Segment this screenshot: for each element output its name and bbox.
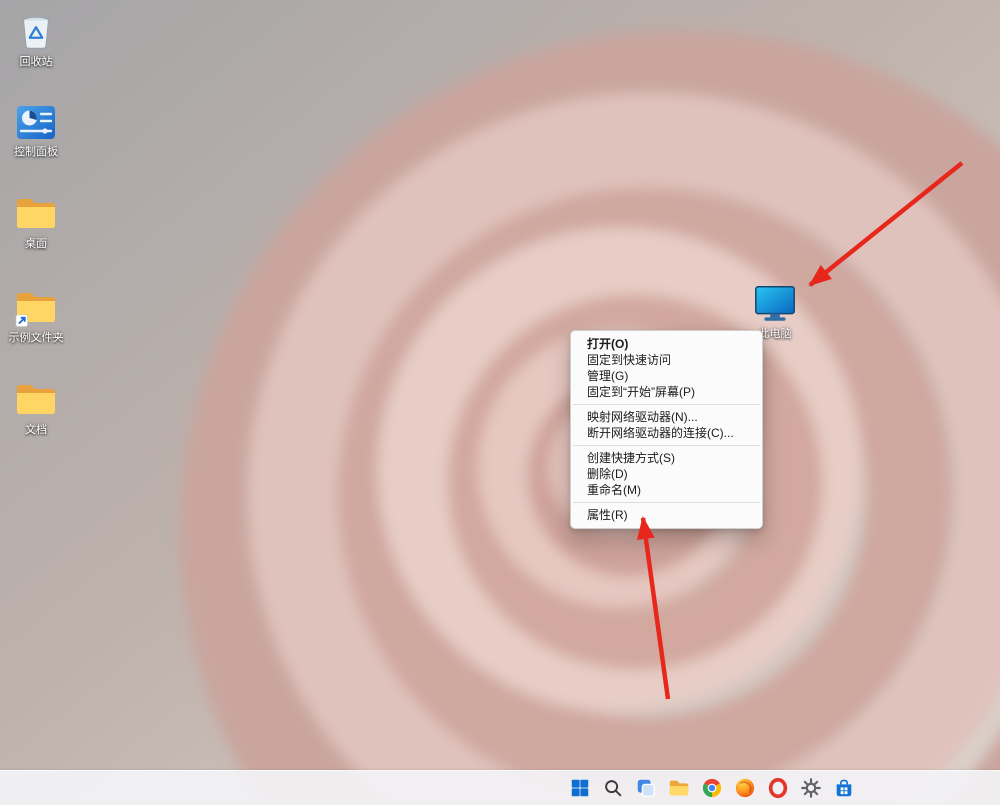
context-menu: 打开(O) 固定到快速访问 管理(G) 固定到“开始”屏幕(P) 映射网络驱动器… xyxy=(570,330,763,529)
start-button[interactable] xyxy=(568,774,592,802)
icon-label: 此电脑 xyxy=(759,328,792,341)
desktop-icon-recycle-bin[interactable]: 回收站 xyxy=(6,10,66,69)
search-button[interactable] xyxy=(601,774,625,802)
opera-icon xyxy=(767,777,789,799)
settings-button[interactable] xyxy=(799,774,823,802)
desktop-icon-control-panel[interactable]: 控制面板 xyxy=(6,100,66,159)
menu-item-pin-quick-access[interactable]: 固定到快速访问 xyxy=(571,352,762,368)
menu-item-open[interactable]: 打开(O) xyxy=(571,336,762,352)
menu-separator xyxy=(573,502,760,503)
folder-shortcut-icon xyxy=(13,286,59,330)
desktop-icon-documents[interactable]: 文档 xyxy=(6,378,66,437)
icon-label: 示例文件夹 xyxy=(9,332,64,345)
file-explorer-icon xyxy=(668,777,690,799)
menu-item-map-network-drive[interactable]: 映射网络驱动器(N)... xyxy=(571,409,762,425)
settings-gear-icon xyxy=(800,777,822,799)
folder-icon xyxy=(13,378,59,422)
menu-item-rename[interactable]: 重命名(M) xyxy=(571,482,762,498)
firefox-icon xyxy=(734,777,756,799)
icon-label: 桌面 xyxy=(25,238,47,251)
folder-icon xyxy=(13,192,59,236)
desktop-icon-shortcut-folder[interactable]: 示例文件夹 xyxy=(6,286,66,345)
chrome-icon xyxy=(701,777,723,799)
menu-item-pin-to-start[interactable]: 固定到“开始”屏幕(P) xyxy=(571,384,762,400)
desktop-icon-desktop-folder[interactable]: 桌面 xyxy=(6,192,66,251)
recycle-bin-icon xyxy=(13,10,59,54)
control-panel-icon xyxy=(13,100,59,144)
microsoft-store-icon xyxy=(833,777,855,799)
file-explorer-button[interactable] xyxy=(667,774,691,802)
icon-label: 文档 xyxy=(25,424,47,437)
taskbar-icon-group xyxy=(568,771,856,805)
icon-label: 控制面板 xyxy=(14,146,58,159)
taskbar xyxy=(0,770,1000,805)
windows-desktop: 回收站 控制面板 xyxy=(0,0,1000,805)
menu-separator xyxy=(573,404,760,405)
task-view-button[interactable] xyxy=(634,774,658,802)
menu-item-create-shortcut[interactable]: 创建快捷方式(S) xyxy=(571,450,762,466)
menu-separator xyxy=(573,445,760,446)
firefox-button[interactable] xyxy=(733,774,757,802)
opera-button[interactable] xyxy=(766,774,790,802)
menu-item-delete[interactable]: 删除(D) xyxy=(571,466,762,482)
this-pc-icon xyxy=(752,282,798,326)
bloom-wallpaper xyxy=(0,0,1000,805)
menu-item-properties[interactable]: 属性(R) xyxy=(571,507,762,523)
menu-item-disconnect-network-drive[interactable]: 断开网络驱动器的连接(C)... xyxy=(571,425,762,441)
microsoft-store-button[interactable] xyxy=(832,774,856,802)
task-view-icon xyxy=(635,777,657,799)
chrome-button[interactable] xyxy=(700,774,724,802)
menu-item-manage[interactable]: 管理(G) xyxy=(571,368,762,384)
search-icon xyxy=(602,777,624,799)
icon-label: 回收站 xyxy=(20,56,53,69)
